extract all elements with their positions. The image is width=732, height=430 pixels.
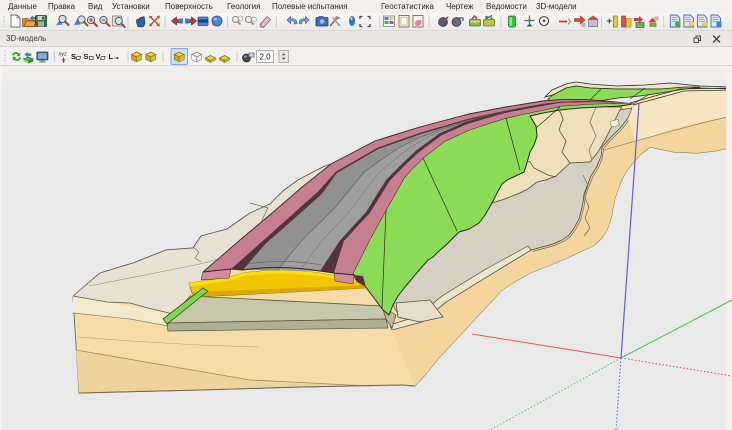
svg-text:S: S: [84, 52, 89, 61]
svg-text:V: V: [96, 52, 101, 61]
svg-text:L: L: [109, 52, 114, 61]
svg-text:2,0: 2,0: [260, 53, 272, 62]
svg-text:xyz: xyz: [58, 52, 68, 58]
svg-text:S: S: [71, 52, 76, 61]
